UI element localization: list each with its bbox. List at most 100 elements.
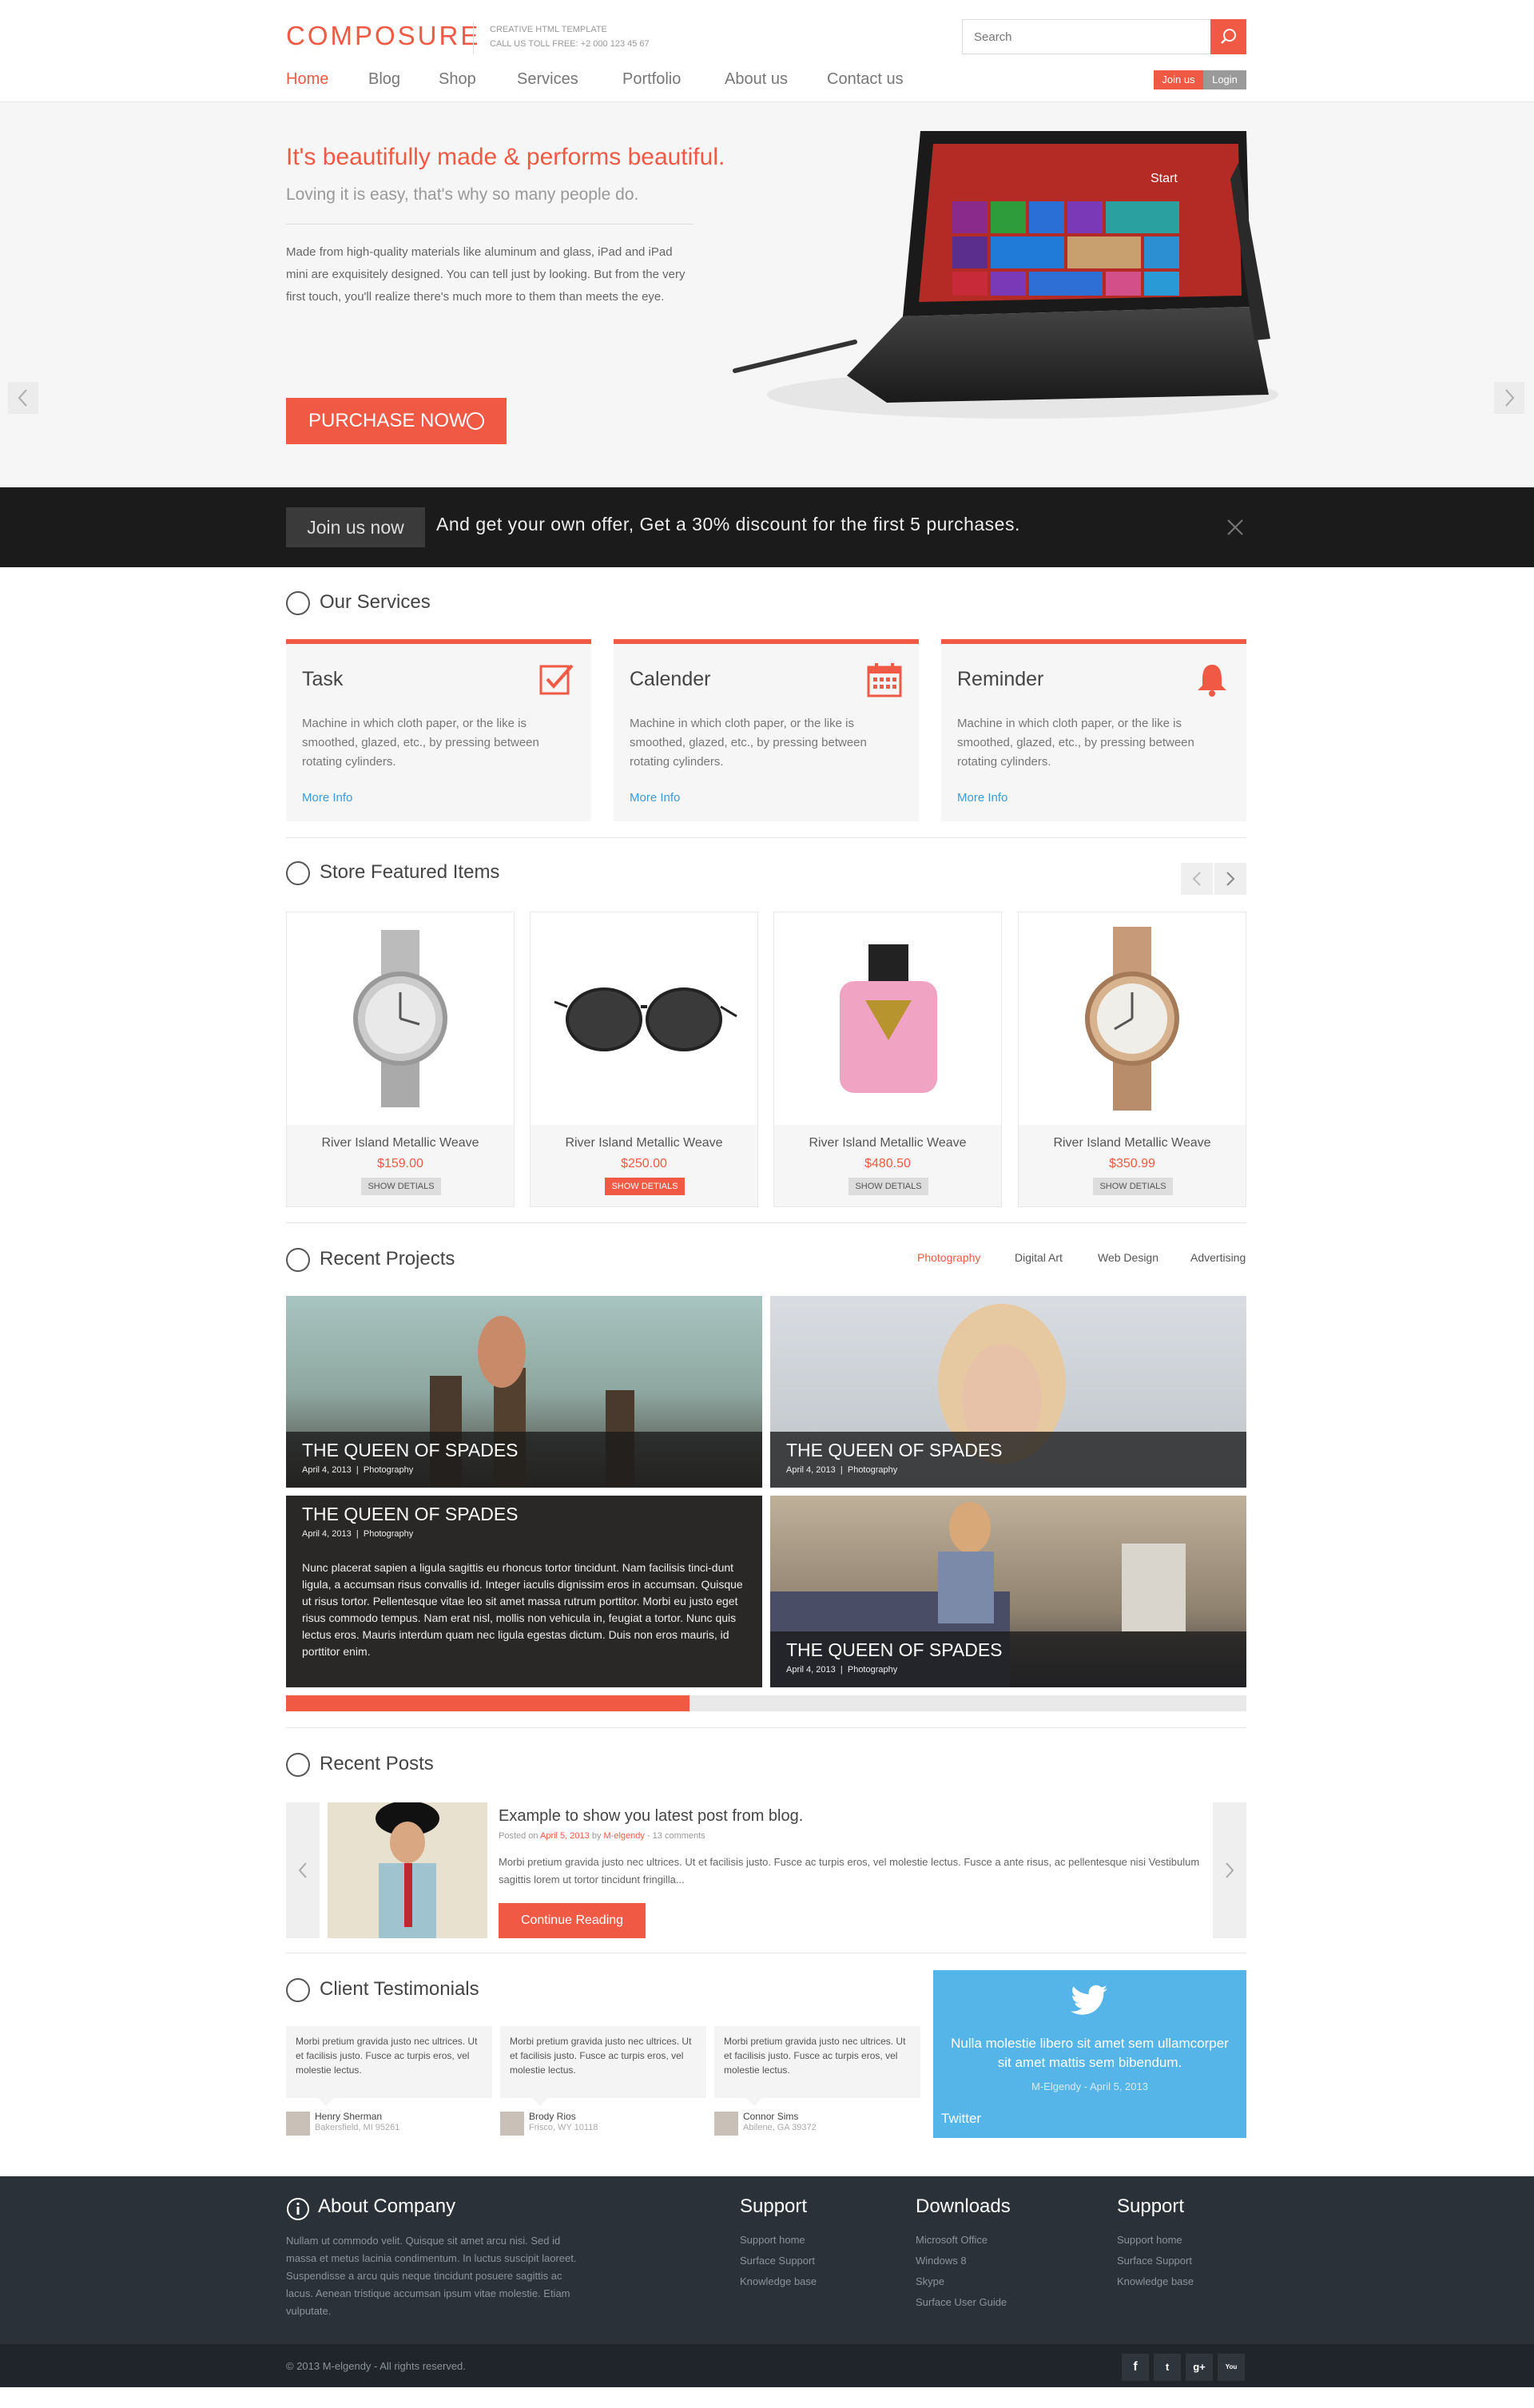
twitter-icon[interactable]: t [1154, 2354, 1181, 2381]
show-details-button[interactable]: SHOW DETIALS [1093, 1178, 1173, 1195]
posts-prev-button[interactable] [286, 1802, 320, 1938]
google-plus-icon[interactable]: g+ [1186, 2354, 1213, 2381]
show-details-button[interactable]: SHOW DETIALS [848, 1178, 928, 1195]
product-price: $250.00 [621, 1157, 667, 1170]
hero-paragraph: Made from high-quality materials like al… [286, 245, 686, 304]
filter-advertising[interactable]: Advertising [1190, 1251, 1246, 1264]
search-input[interactable] [963, 20, 1212, 54]
project-tile[interactable]: THE QUEEN OF SPADES April 4, 2013 | Phot… [286, 1296, 762, 1488]
post-comments: - 13 comments [646, 1831, 705, 1841]
slider-prev-button[interactable] [8, 382, 38, 414]
support-title: Support [740, 2195, 808, 2217]
post-thumbnail[interactable] [328, 1802, 487, 1938]
footer-link[interactable]: Knowledge base [740, 2275, 817, 2287]
product-card[interactable]: River Island Metallic Weave $350.99 SHOW… [1018, 912, 1246, 1207]
filter-photography[interactable]: Photography [917, 1251, 980, 1264]
post-date[interactable]: April 5, 2013 [540, 1831, 590, 1841]
product-info: River Island Metallic Weave $250.00 SHOW… [531, 1125, 757, 1206]
project-tile[interactable]: THE QUEEN OF SPADES April 4, 2013 | Phot… [770, 1296, 1246, 1488]
facebook-icon[interactable]: f [1122, 2354, 1149, 2381]
product-info: River Island Metallic Weave $159.00 SHOW… [287, 1125, 514, 1206]
tablet-start-label: Start [1150, 172, 1178, 185]
chevron-right-icon [1505, 389, 1515, 407]
promo-banner: Join us now And get your own offer, Get … [0, 487, 1534, 567]
slider-next-button[interactable] [1494, 382, 1524, 414]
login-button[interactable]: Login [1203, 70, 1246, 89]
project-tile[interactable]: THE QUEEN OF SPADES April 4, 2013 | Phot… [770, 1496, 1246, 1687]
post-author[interactable]: M-elgendy [604, 1831, 645, 1841]
tweet-text: Nulla molestie libero sit amet sem ullam… [951, 2036, 1229, 2070]
project-tile-expanded[interactable]: THE QUEEN OF SPADES April 4, 2013 | Phot… [286, 1496, 762, 1687]
logo[interactable]: COMPOSURE [286, 21, 480, 51]
more-info-link[interactable]: More Info [302, 791, 352, 805]
nav-contact[interactable]: Contact us [827, 70, 904, 89]
tablet-image: Start [733, 131, 1278, 419]
project-description: Nunc placerat sapien a ligula sagittis e… [302, 1561, 743, 1658]
projects-scroll-thumb[interactable] [286, 1695, 690, 1711]
join-now-tag[interactable]: Join us now [286, 507, 425, 547]
site-header: COMPOSURE CREATIVE HTML TEMPLATE CALL US… [0, 0, 1534, 102]
nav-services[interactable]: Services [517, 70, 578, 89]
nav-blog[interactable]: Blog [368, 70, 400, 89]
service-title: Task [302, 668, 344, 690]
more-info-link[interactable]: More Info [957, 791, 1007, 805]
divider [286, 1222, 1246, 1223]
footer-link[interactable]: Knowledge base [1117, 2275, 1194, 2287]
tweet-date: M-Elgendy - April 5, 2013 [1031, 2080, 1148, 2092]
nav-about[interactable]: About us [725, 70, 788, 89]
bell-icon [1198, 665, 1226, 697]
testimonial-quote: Morbi pretium gravida justo nec ultrices… [286, 2026, 492, 2106]
show-details-button[interactable]: SHOW DETIALS [361, 1178, 441, 1195]
search-button[interactable] [1210, 19, 1246, 54]
copyright: © 2013 M-elgendy - All rights reserved. [286, 2360, 466, 2372]
nav-shop[interactable]: Shop [439, 70, 476, 89]
filter-digital-art[interactable]: Digital Art [1015, 1251, 1063, 1264]
services-title: Our Services [320, 591, 431, 613]
projects-scrollbar[interactable] [286, 1695, 1246, 1711]
show-details-button[interactable]: SHOW DETIALS [605, 1178, 685, 1195]
product-card[interactable]: River Island Metallic Weave $480.50 SHOW… [773, 912, 1002, 1207]
footer-link[interactable]: Surface User Guide [916, 2296, 1007, 2308]
footer-link[interactable]: Surface Support [740, 2255, 815, 2267]
service-desc: Machine in which cloth paper, or the lik… [302, 717, 539, 769]
store-prev-button[interactable] [1181, 863, 1213, 895]
project-caption: THE QUEEN OF SPADES April 4, 2013 | Phot… [286, 1432, 762, 1488]
product-info: River Island Metallic Weave $350.99 SHOW… [1019, 1125, 1246, 1206]
project-meta: April 4, 2013 | Photography [302, 1465, 414, 1475]
close-icon[interactable] [1226, 518, 1245, 537]
post-title[interactable]: Example to show you latest post from blo… [499, 1807, 803, 1826]
nav-home[interactable]: Home [286, 70, 328, 89]
nav-portfolio[interactable]: Portfolio [622, 70, 681, 89]
posts-next-button[interactable] [1213, 1802, 1246, 1938]
project-category: Photography [363, 1529, 414, 1539]
footer-link[interactable]: Skype [916, 2275, 944, 2287]
youtube-icon[interactable]: You Tube [1218, 2354, 1245, 2398]
site-footer: About Company Nullam ut commodo velit. Q… [0, 2176, 1534, 2344]
product-card[interactable]: River Island Metallic Weave $250.00 SHOW… [530, 912, 758, 1207]
calendar-icon [867, 663, 902, 697]
product-image [1019, 912, 1246, 1125]
post-meta-prefix: Posted on [499, 1831, 538, 1841]
store-next-button[interactable] [1214, 863, 1246, 895]
join-button[interactable]: Join us [1154, 70, 1203, 89]
avatar [714, 2112, 738, 2136]
filter-web-design[interactable]: Web Design [1098, 1251, 1158, 1264]
divider [286, 837, 1246, 838]
footer-link[interactable]: Microsoft Office [916, 2234, 988, 2246]
footer-link[interactable]: Support home [1117, 2234, 1182, 2246]
footer-link[interactable]: Support home [740, 2234, 805, 2246]
product-card[interactable]: River Island Metallic Weave $159.00 SHOW… [286, 912, 515, 1207]
continue-reading-button[interactable]: Continue Reading [499, 1903, 646, 1938]
purchase-now-button[interactable]: PURCHASE NOW [286, 398, 507, 444]
product-image [774, 912, 1001, 1125]
tagline-line1: CREATIVE HTML TEMPLATE [490, 25, 607, 34]
product-name: River Island Metallic Weave [809, 1136, 967, 1150]
more-info-link[interactable]: More Info [630, 791, 680, 805]
footer-link[interactable]: Surface Support [1117, 2255, 1192, 2267]
twitter-label[interactable]: Twitter [941, 2111, 981, 2127]
hero-slider: It's beautifully made & performs beautif… [0, 102, 1534, 487]
service-title: Calender [630, 668, 711, 690]
divider [286, 224, 693, 225]
arrow-circle-icon [467, 412, 484, 430]
footer-link[interactable]: Windows 8 [916, 2255, 967, 2267]
